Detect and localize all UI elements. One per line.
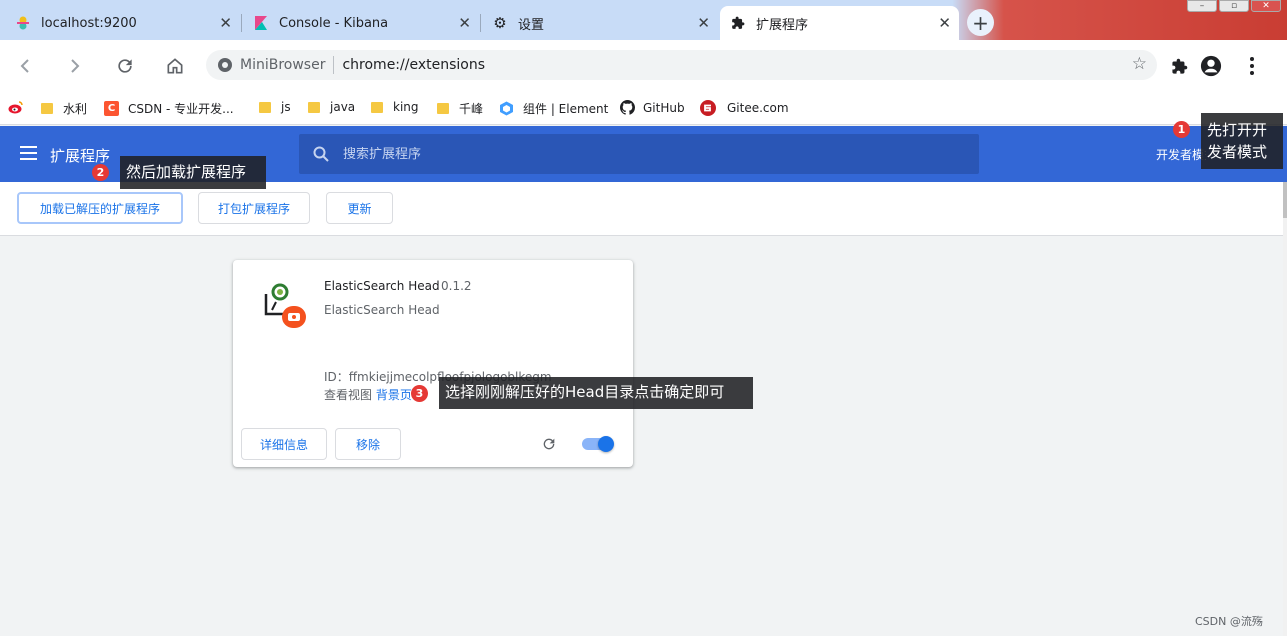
close-icon[interactable]: ✕ xyxy=(458,14,471,32)
bookmark-label: 千峰 xyxy=(459,102,484,116)
puzzle-icon xyxy=(730,15,746,31)
hamburger-menu-icon[interactable] xyxy=(20,146,37,160)
search-input[interactable] xyxy=(343,146,943,162)
close-icon[interactable]: ✕ xyxy=(938,14,951,32)
load-unpacked-button[interactable]: 加载已解压的扩展程序 xyxy=(17,192,183,224)
reload-button[interactable] xyxy=(111,52,139,80)
bookmark-folder-qianfeng[interactable]: 千峰 xyxy=(437,100,483,117)
bookmarks-bar: 水利 C CSDN - 专业开发... js java king 千峰 组件 |… xyxy=(0,92,1287,125)
tab-label: 扩展程序 xyxy=(756,17,809,33)
search-icon xyxy=(313,146,329,162)
developer-mode-label[interactable]: 开发者模式 xyxy=(1156,146,1206,163)
bookmark-label: GitHub xyxy=(643,100,685,115)
watermark: CSDN @流殇 xyxy=(1195,615,1263,628)
bookmark-label: 组件 | Element xyxy=(523,102,609,116)
maximize-button[interactable]: ▫ xyxy=(1219,0,1249,12)
extension-card: ElasticSearch Head 0.1.2 ElasticSearch H… xyxy=(233,260,633,467)
tab-kibana[interactable]: Console - Kibana ✕ xyxy=(243,6,479,40)
home-button[interactable] xyxy=(161,52,189,80)
pack-extension-button[interactable]: 打包扩展程序 xyxy=(198,192,310,224)
address-bar[interactable]: MiniBrowser chrome://extensions ☆ xyxy=(206,50,1157,80)
more-menu-icon[interactable] xyxy=(1238,52,1266,80)
browser-toolbar: MiniBrowser chrome://extensions ☆ xyxy=(0,40,1287,92)
bookmark-gitee[interactable]: Gitee.com xyxy=(700,100,789,116)
folder-icon xyxy=(308,101,320,113)
id-label: ID： xyxy=(324,370,349,384)
tab-label: localhost:9200 xyxy=(41,15,137,31)
site-name: MiniBrowser xyxy=(240,57,326,73)
tab-label: 设置 xyxy=(518,17,545,33)
enable-toggle[interactable] xyxy=(582,436,614,452)
close-icon[interactable]: ✕ xyxy=(219,14,232,32)
folder-icon xyxy=(41,103,53,114)
bookmark-folder-shuili[interactable]: 水利 xyxy=(41,100,87,117)
bookmark-folder-java[interactable]: java xyxy=(308,100,355,114)
annotation-badge-1: 1 xyxy=(1173,121,1190,138)
back-button[interactable] xyxy=(11,52,39,80)
elastic-icon xyxy=(15,15,31,31)
extension-description: ElasticSearch Head xyxy=(324,303,440,317)
kibana-icon xyxy=(253,15,269,31)
github-icon xyxy=(620,100,635,115)
element-icon xyxy=(499,101,514,116)
bookmark-label: CSDN - 专业开发... xyxy=(128,102,234,116)
close-window-button[interactable]: ✕ xyxy=(1251,0,1281,12)
bookmark-github[interactable]: GitHub xyxy=(620,100,685,115)
tab-settings[interactable]: ⚙ 设置 ✕ xyxy=(482,6,718,40)
minimize-button[interactable]: – xyxy=(1187,0,1217,12)
url-text: chrome://extensions xyxy=(342,57,485,73)
dev-actions-bar: 加载已解压的扩展程序 打包扩展程序 更新 xyxy=(0,182,1283,236)
star-icon[interactable]: ☆ xyxy=(1132,54,1147,74)
extension-version: 0.1.2 xyxy=(441,279,472,293)
bookmark-weibo[interactable] xyxy=(8,100,24,114)
site-info-icon[interactable] xyxy=(218,58,232,72)
folder-icon xyxy=(371,101,383,113)
annotation-3: 选择刚刚解压好的Head目录点击确定即可 xyxy=(439,377,753,409)
gear-icon: ⚙ xyxy=(493,14,507,32)
bookmark-label: king xyxy=(393,100,419,114)
profile-avatar-icon[interactable] xyxy=(1197,52,1225,80)
update-button[interactable]: 更新 xyxy=(326,192,393,224)
bookmark-folder-king[interactable]: king xyxy=(371,100,419,114)
search-box[interactable] xyxy=(299,134,979,174)
weibo-icon xyxy=(8,100,24,114)
tab-label: Console - Kibana xyxy=(279,15,389,31)
views-label: 查看视图 xyxy=(324,388,373,402)
new-tab-button[interactable]: + xyxy=(967,9,994,36)
annotation-badge-3: 3 xyxy=(411,385,428,402)
extension-name: ElasticSearch Head xyxy=(324,279,440,293)
tab-extensions[interactable]: 扩展程序 ✕ xyxy=(720,6,959,40)
gitee-icon xyxy=(700,100,716,116)
bookmark-element[interactable]: 组件 | Element xyxy=(499,100,608,117)
extensions-puzzle-icon[interactable] xyxy=(1165,52,1193,80)
folder-icon xyxy=(259,101,271,113)
tab-localhost[interactable]: localhost:9200 ✕ xyxy=(5,6,240,40)
csdn-icon: C xyxy=(104,101,119,116)
forward-button[interactable] xyxy=(61,52,89,80)
annotation-1: 先打开开发者模式 xyxy=(1201,113,1283,169)
bookmark-csdn[interactable]: C CSDN - 专业开发... xyxy=(104,100,234,117)
bookmark-folder-js[interactable]: js xyxy=(259,100,291,114)
bookmark-label: js xyxy=(281,100,291,114)
bookmark-label: Gitee.com xyxy=(727,101,789,115)
scrollbar[interactable] xyxy=(1283,182,1287,636)
remove-button[interactable]: 移除 xyxy=(335,428,401,460)
annotation-2: 然后加载扩展程序 xyxy=(120,156,266,189)
bookmark-label: java xyxy=(330,100,356,114)
details-button[interactable]: 详细信息 xyxy=(241,428,327,460)
close-icon[interactable]: ✕ xyxy=(697,14,710,32)
page-title: 扩展程序 xyxy=(50,147,111,165)
bookmark-label: 水利 xyxy=(63,102,88,116)
extension-icon xyxy=(260,282,308,330)
window-controls: – ▫ ✕ xyxy=(1187,0,1281,12)
inspect-views: 查看视图 背景页 xyxy=(324,386,412,403)
folder-icon xyxy=(437,103,449,114)
annotation-badge-2: 2 xyxy=(92,164,109,181)
reload-extension-icon[interactable] xyxy=(540,435,558,453)
background-page-link[interactable]: 背景页 xyxy=(376,388,412,402)
tab-strip: localhost:9200 ✕ Console - Kibana ✕ ⚙ 设置… xyxy=(0,0,1287,40)
